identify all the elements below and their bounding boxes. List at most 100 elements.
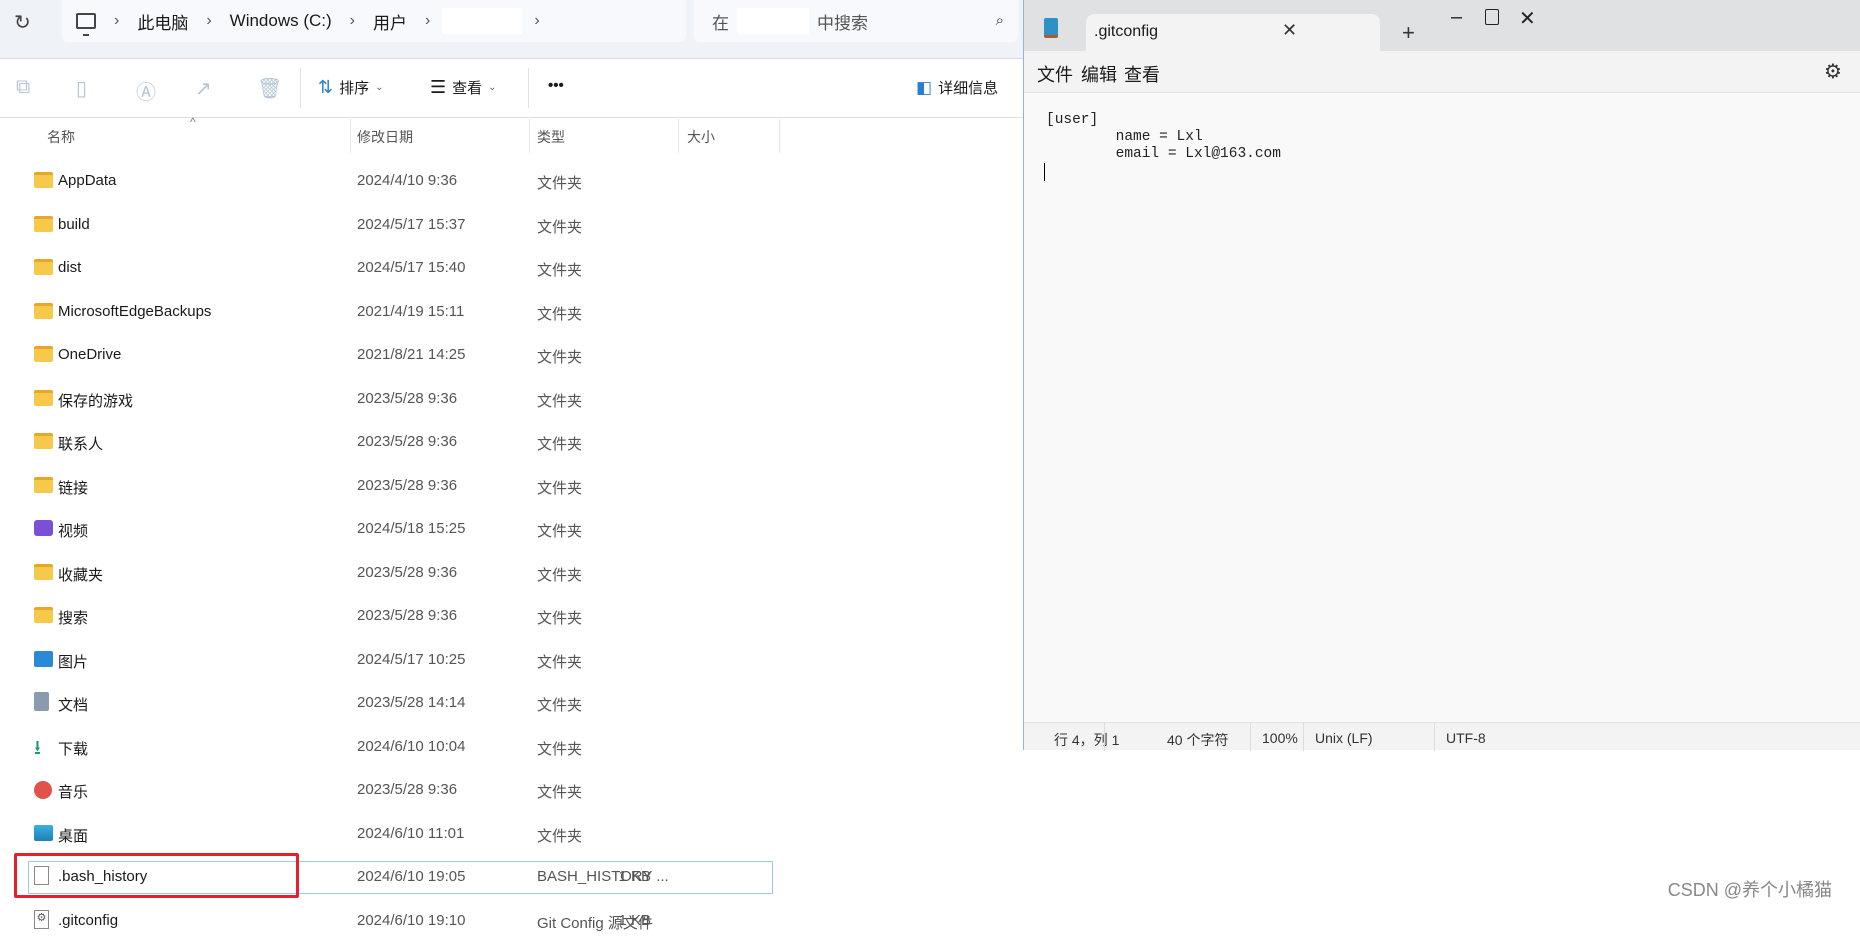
- folder-icon: [34, 302, 53, 319]
- file-name: 联系人: [58, 436, 104, 453]
- folder-icon: [34, 476, 53, 493]
- command-bar: ⧉ ▯ Ⓐ ↗ 🗑 ⇅ 排序 ⌄ ☰ 查看 ⌄ ••• ◧ 详细信息: [0, 60, 1023, 118]
- minimize-icon[interactable]: –: [1451, 6, 1462, 29]
- search-suffix: 中搜索: [817, 13, 868, 33]
- desktop-icon: [34, 824, 53, 841]
- menu-view[interactable]: 查看: [1124, 61, 1160, 87]
- text-editor[interactable]: [user] name = Lxl email = Lxl@163.com: [1046, 112, 1281, 163]
- column-name[interactable]: 名称: [47, 127, 75, 147]
- maximize-icon[interactable]: [1485, 9, 1499, 25]
- delete-icon[interactable]: 🗑: [257, 76, 282, 101]
- file-type: 文件夹: [537, 262, 583, 279]
- folder-icon: [34, 346, 53, 362]
- red-annotation-box: [14, 853, 299, 898]
- file-date: 2023/5/28 9:36: [357, 433, 458, 450]
- file-type: 文件夹: [537, 653, 583, 671]
- file-name: 保存的游戏: [58, 392, 134, 410]
- file-date: 2021/4/19 15:11: [357, 302, 465, 320]
- file-name: 图片: [58, 653, 89, 671]
- breadcrumb-users[interactable]: 用户: [373, 9, 407, 34]
- file-row[interactable]: 收藏夹 2023/5/28 9:36 文件夹: [28, 555, 773, 591]
- tab-gitconfig[interactable]: .gitconfig ✕: [1086, 14, 1380, 51]
- file-name: 音乐: [58, 784, 89, 801]
- file-date: 2023/5/28 9:36: [357, 476, 458, 494]
- file-row[interactable]: AppData 2024/4/10 9:36 文件夹: [28, 163, 773, 199]
- file-type: 文件夹: [537, 479, 583, 497]
- computer-icon: [76, 13, 96, 36]
- copy-icon[interactable]: ⧉: [16, 76, 30, 99]
- refresh-icon[interactable]: ↻: [14, 10, 31, 35]
- close-tab-icon[interactable]: ✕: [1282, 20, 1297, 41]
- file-row[interactable]: 音乐 2023/5/28 9:36 文件夹: [28, 772, 773, 808]
- file-size: 1 KB: [618, 868, 651, 885]
- file-type: 文件夹: [537, 349, 583, 366]
- file-type: 文件夹: [537, 610, 583, 627]
- folder-icon: [34, 607, 53, 623]
- details-label: 详细信息: [938, 80, 999, 97]
- file-row[interactable]: ⭳ 下载 2024/6/10 10:04 文件夹: [28, 729, 773, 765]
- file-row[interactable]: 链接 2023/5/28 9:36 文件夹: [28, 468, 773, 504]
- video-icon: [34, 520, 53, 536]
- address-bar-area: ↻ › 此电脑 › Windows (C:) › 用户 › › 在 中搜索 ⌕: [0, 0, 1023, 59]
- menu-file[interactable]: 文件: [1037, 61, 1073, 87]
- chevron-right-icon: ›: [349, 12, 355, 29]
- view-button[interactable]: ☰ 查看 ⌄: [430, 77, 497, 98]
- file-size: 1 KB: [618, 911, 651, 929]
- menu-edit[interactable]: 编辑: [1081, 61, 1117, 87]
- file-date: 2024/4/10 9:36: [357, 172, 458, 189]
- file-row[interactable]: build 2024/5/17 15:37 文件夹: [28, 207, 773, 243]
- file-row[interactable]: 桌面 2024/6/10 11:01 文件夹: [28, 816, 773, 852]
- file-row[interactable]: 图片 2024/5/17 10:25 文件夹: [28, 642, 773, 678]
- more-options-button[interactable]: •••: [548, 77, 564, 94]
- paste-icon[interactable]: ▯: [76, 76, 87, 101]
- settings-gear-icon[interactable]: ⚙: [1824, 59, 1842, 84]
- breadcrumb[interactable]: › 此电脑 › Windows (C:) › 用户 › ›: [62, 0, 686, 42]
- file-type: 文件夹: [537, 784, 583, 801]
- chevron-right-icon[interactable]: ›: [534, 12, 539, 30]
- file-date: 2021/8/21 14:25: [357, 346, 466, 363]
- share-icon[interactable]: ↗: [195, 76, 212, 101]
- search-icon[interactable]: ⌕: [996, 12, 1004, 29]
- file-row[interactable]: 视频 2024/5/18 15:25 文件夹: [28, 511, 773, 547]
- column-size[interactable]: 大小: [687, 127, 715, 147]
- sort-button[interactable]: ⇅ 排序 ⌄: [318, 77, 384, 98]
- watermark: CSDN @养个小橘猫: [1667, 880, 1832, 900]
- file-row[interactable]: 保存的游戏 2023/5/28 9:36 文件夹: [28, 381, 773, 417]
- search-input[interactable]: 在 中搜索 ⌕: [694, 0, 1018, 42]
- sort-label: 排序: [339, 80, 370, 97]
- zoom-level[interactable]: 100%: [1262, 730, 1298, 746]
- rename-icon[interactable]: Ⓐ: [136, 76, 156, 105]
- search-prefix: 在: [712, 13, 729, 33]
- file-name: AppData: [58, 172, 117, 189]
- file-type: 文件夹: [537, 305, 583, 323]
- line-ending[interactable]: Unix (LF): [1315, 730, 1373, 746]
- breadcrumb-this-pc[interactable]: 此电脑: [137, 9, 188, 34]
- file-name: 桌面: [58, 827, 89, 845]
- file-date: 2024/6/10 19:10: [357, 911, 466, 929]
- file-row[interactable]: 文档 2023/5/28 14:14 文件夹: [28, 685, 773, 721]
- column-header: ^ 名称 修改日期 类型 大小: [0, 115, 1023, 153]
- file-date: 2024/5/17 15:40: [357, 259, 466, 276]
- file-date: 2023/5/28 9:36: [357, 389, 458, 407]
- file-type: 文件夹: [537, 740, 583, 758]
- new-tab-icon[interactable]: +: [1402, 20, 1415, 46]
- file-row[interactable]: dist 2024/5/17 15:40 文件夹: [28, 250, 773, 286]
- file-name: 下载: [58, 740, 89, 758]
- encoding[interactable]: UTF-8: [1446, 730, 1486, 746]
- downloads-icon: ⭳: [34, 736, 41, 759]
- folder-icon: [34, 215, 53, 232]
- file-name: dist: [58, 259, 82, 276]
- chevron-down-icon: ⌄: [488, 82, 497, 93]
- details-pane-button[interactable]: ◧ 详细信息: [916, 77, 998, 98]
- folder-icon: [34, 389, 53, 406]
- close-window-icon[interactable]: ✕: [1519, 6, 1536, 31]
- redacted-username: [737, 8, 809, 34]
- tab-title: .gitconfig: [1094, 23, 1159, 40]
- breadcrumb-c-drive[interactable]: Windows (C:): [230, 11, 332, 31]
- file-row[interactable]: OneDrive 2021/8/21 14:25 文件夹: [28, 337, 773, 373]
- column-date[interactable]: 修改日期: [357, 127, 413, 147]
- file-row[interactable]: 联系人 2023/5/28 9:36 文件夹: [28, 424, 773, 460]
- file-row[interactable]: MicrosoftEdgeBackups 2021/4/19 15:11 文件夹: [28, 294, 773, 330]
- column-type[interactable]: 类型: [537, 127, 565, 147]
- file-row[interactable]: 搜索 2023/5/28 9:36 文件夹: [28, 598, 773, 634]
